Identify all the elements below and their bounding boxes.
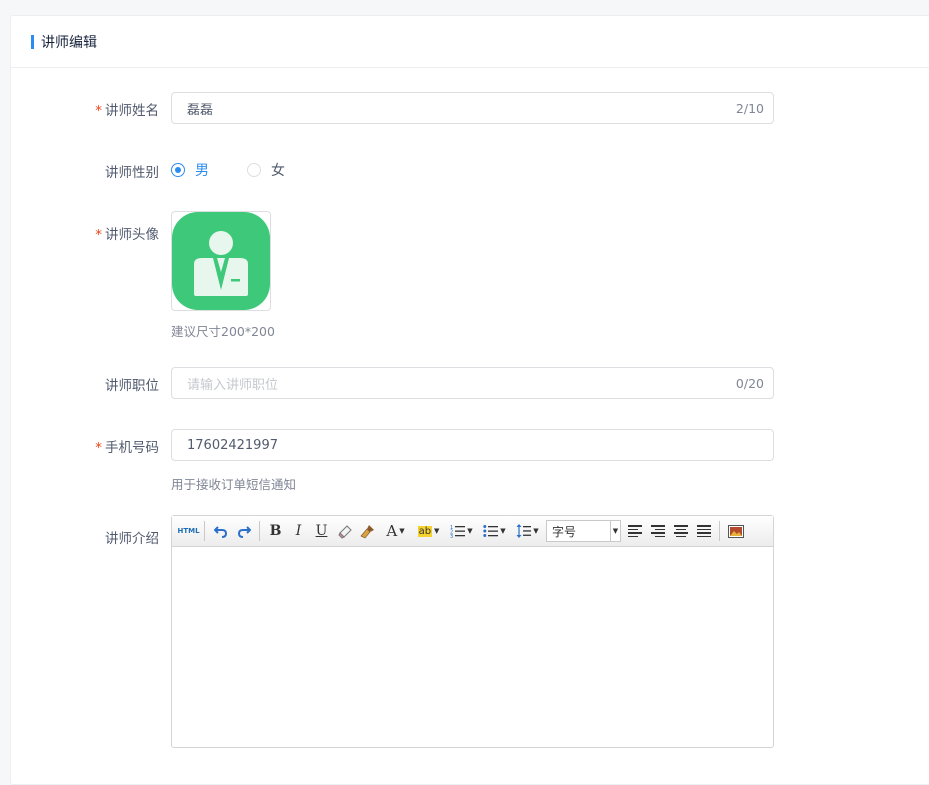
format-brush-icon[interactable]	[356, 520, 379, 542]
unordered-list-icon[interactable]: ▼	[478, 520, 511, 542]
title-accent-bar	[31, 34, 34, 49]
position-label: 讲师职位	[105, 378, 159, 394]
avatar-label: * 讲师头像	[95, 227, 159, 243]
name-input[interactable]: 磊磊 2/10	[171, 92, 774, 124]
editor-toolbar: HTML B I U A ▼ ab ▼ 1 2 3 ▼ ▼ ▼ 字号 ▼	[172, 516, 773, 547]
teacher-avatar-icon	[172, 212, 270, 310]
toolbar-separator	[719, 521, 720, 541]
position-char-count: 0/20	[735, 375, 764, 391]
highlight-icon[interactable]: ab ▼	[412, 520, 445, 542]
position-input[interactable]: 请输入讲师职位 0/20	[171, 367, 774, 399]
intro-label: 讲师介绍	[105, 531, 159, 547]
name-value: 磊磊	[187, 102, 214, 118]
radio-checked-icon	[171, 163, 185, 177]
required-mark: *	[95, 103, 102, 119]
avatar-upload[interactable]	[171, 211, 271, 311]
redo-icon[interactable]	[232, 520, 255, 542]
eraser-icon[interactable]	[333, 520, 356, 542]
undo-icon[interactable]	[209, 520, 232, 542]
name-char-count: 2/10	[735, 100, 764, 116]
underline-icon[interactable]: U	[310, 520, 333, 542]
image-icon[interactable]	[724, 520, 747, 542]
name-label: * 讲师姓名	[95, 103, 159, 119]
bold-icon[interactable]: B	[264, 520, 287, 542]
align-right-icon[interactable]	[646, 520, 669, 542]
rich-text-editor: HTML B I U A ▼ ab ▼ 1 2 3 ▼ ▼ ▼ 字号 ▼	[171, 515, 774, 748]
radio-unchecked-icon	[247, 163, 261, 177]
align-left-icon[interactable]	[623, 520, 646, 542]
avatar-hint: 建议尺寸200*200	[171, 324, 275, 339]
toolbar-separator	[259, 521, 260, 541]
position-placeholder: 请输入讲师职位	[187, 377, 279, 393]
gender-radio-male[interactable]: 男	[171, 160, 209, 180]
font-color-icon[interactable]: A ▼	[379, 520, 412, 542]
required-mark: *	[95, 440, 102, 456]
phone-input[interactable]: 17602421997	[171, 429, 774, 461]
italic-icon[interactable]: I	[287, 520, 310, 542]
required-mark: *	[95, 227, 102, 243]
ordered-list-icon[interactable]: 1 2 3 ▼	[445, 520, 478, 542]
chevron-down-icon: ▼	[610, 521, 620, 541]
align-justify-icon[interactable]	[692, 520, 715, 542]
toolbar-separator	[204, 521, 205, 541]
phone-label: * 手机号码	[95, 440, 159, 456]
page-title: 讲师编辑	[41, 34, 97, 51]
line-height-icon[interactable]: ▼	[511, 520, 544, 542]
gender-radio-group: 男 女	[171, 160, 307, 180]
html-icon[interactable]: HTML	[177, 520, 200, 542]
gender-radio-female[interactable]: 女	[247, 160, 285, 180]
editor-content-area[interactable]	[172, 547, 773, 747]
phone-hint: 用于接收订单短信通知	[171, 477, 297, 492]
gender-label: 讲师性别	[105, 165, 159, 181]
font-size-select[interactable]: 字号 ▼	[546, 520, 621, 542]
card-header: 讲师编辑	[11, 16, 929, 68]
phone-value: 17602421997	[187, 437, 278, 453]
svg-text:3: 3	[450, 534, 453, 538]
teacher-edit-card: 讲师编辑 * 讲师姓名 磊磊 2/10 讲师性别 男 女 * 讲师头像 建议尺寸…	[10, 15, 929, 785]
align-center-icon[interactable]	[669, 520, 692, 542]
